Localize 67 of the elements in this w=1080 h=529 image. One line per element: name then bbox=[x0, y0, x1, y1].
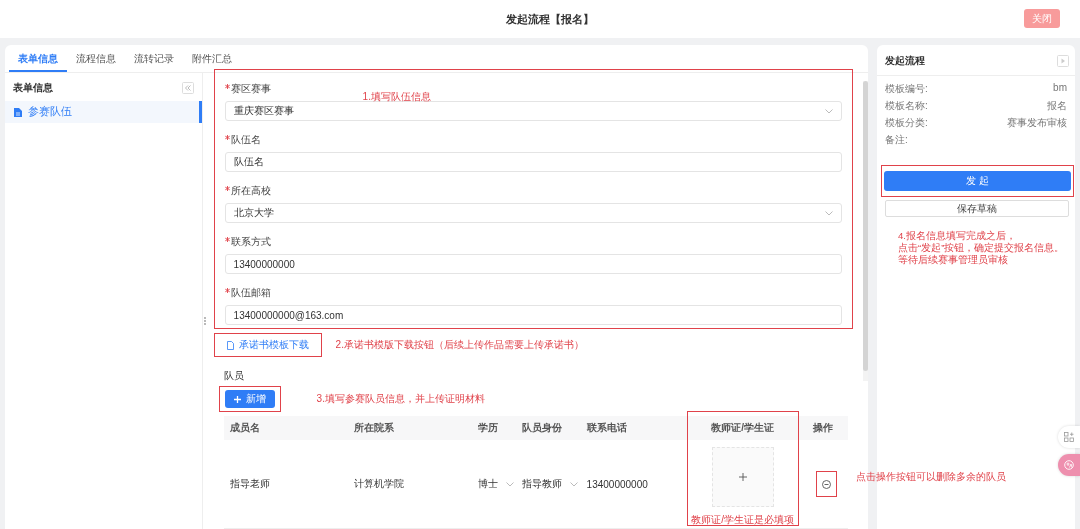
select-field[interactable]: 博士 bbox=[471, 477, 516, 491]
table-cell-text: 13400000000 bbox=[585, 478, 649, 490]
table-cell-text: 计算机学院 bbox=[352, 477, 405, 491]
field-label: 联系方式 bbox=[230, 235, 271, 249]
collapse-icon bbox=[181, 82, 194, 94]
section-label: 队员 bbox=[223, 369, 245, 383]
document-icon bbox=[226, 340, 234, 350]
save-draft-button[interactable]: 保存草稿 bbox=[885, 200, 1069, 217]
column-header: 教师证/学生证 bbox=[710, 421, 775, 435]
submit-button[interactable]: 发 起 bbox=[884, 171, 1071, 191]
remove-icon bbox=[821, 480, 831, 489]
plus-icon bbox=[738, 473, 747, 481]
column-header: 学历 bbox=[476, 421, 499, 435]
translate-icon bbox=[1064, 460, 1074, 470]
info-label: 模板分类: bbox=[885, 116, 928, 130]
annotation-text: 1.填写队伍信息 bbox=[362, 90, 431, 104]
chevron-down-icon bbox=[825, 108, 834, 114]
page-title: 发起流程【报名】 bbox=[506, 11, 594, 27]
annotation-text: 点击操作按钮可以删除多余的队员 bbox=[855, 470, 1006, 484]
field-label: 赛区赛事 bbox=[230, 82, 271, 96]
column-header: 联系电话 bbox=[585, 421, 628, 435]
column-header: 队员身份 bbox=[520, 421, 563, 435]
input-field[interactable]: 队伍名 bbox=[224, 152, 843, 172]
column-header: 成员名 bbox=[228, 421, 261, 435]
annotation-text: 2.承诺书模版下载按钮（后续上传作品需要上传承诺书） bbox=[335, 338, 584, 352]
error-text: 教师证/学生证是必填项 bbox=[691, 513, 794, 527]
select-field[interactable]: 指导教师 bbox=[515, 477, 581, 491]
column-header: 所在院系 bbox=[352, 421, 395, 435]
panel-title: 发起流程 bbox=[885, 54, 925, 68]
add-button[interactable]: 新增 bbox=[224, 390, 275, 408]
drag-handle-icon bbox=[203, 316, 208, 326]
tab[interactable]: 流程信息 bbox=[67, 45, 125, 72]
annotation-text: 点击“发起”按钮，确定提交报名信息。 bbox=[898, 242, 1066, 254]
info-value: 报名 bbox=[1047, 99, 1067, 113]
floating-button[interactable] bbox=[1058, 454, 1080, 476]
info-label: 模板编号: bbox=[885, 82, 928, 96]
field-label: 队伍邮箱 bbox=[230, 286, 271, 300]
scrollbar-thumb[interactable] bbox=[863, 81, 868, 371]
floating-button[interactable] bbox=[1058, 426, 1080, 448]
info-label: 模板名称: bbox=[885, 99, 928, 113]
grid-icon bbox=[1064, 432, 1074, 442]
upload-area[interactable] bbox=[711, 447, 774, 507]
info-value: 赛事发布审核 bbox=[1007, 116, 1067, 130]
annotation-text: 4.报名信息填写完成之后， bbox=[898, 230, 1017, 242]
chevron-down-icon bbox=[505, 481, 514, 487]
field-label: 队伍名 bbox=[230, 133, 261, 147]
info-label: 备注: bbox=[885, 133, 908, 147]
sidebar-title: 表单信息 bbox=[13, 81, 53, 95]
document-icon bbox=[14, 107, 22, 117]
input-field[interactable]: 13400000000@163.com bbox=[224, 305, 843, 325]
chevron-down-icon bbox=[825, 210, 834, 216]
tab[interactable]: 表单信息 bbox=[9, 45, 67, 72]
expand-icon bbox=[1057, 55, 1069, 67]
column-header: 操作 bbox=[812, 421, 835, 435]
annotation-text: 3.填写参赛队员信息，并上传证明材料 bbox=[316, 392, 485, 406]
tab[interactable]: 流转记录 bbox=[125, 45, 183, 72]
tab[interactable]: 附件汇总 bbox=[183, 45, 241, 72]
info-value: bm bbox=[1053, 82, 1067, 95]
plus-icon bbox=[233, 395, 241, 403]
sidebar-item[interactable]: 参赛队伍 bbox=[5, 101, 202, 123]
annotation-text: 等待后续赛事管理员审核 bbox=[898, 254, 1009, 266]
input-field[interactable]: 13400000000 bbox=[224, 254, 843, 274]
chevron-down-icon bbox=[569, 481, 578, 487]
table-cell-text: 指导老师 bbox=[228, 477, 271, 491]
select-field[interactable]: 北京大学 bbox=[224, 203, 843, 223]
select-field[interactable]: 重庆赛区赛事 bbox=[224, 101, 843, 121]
field-label: 所在高校 bbox=[230, 184, 271, 198]
